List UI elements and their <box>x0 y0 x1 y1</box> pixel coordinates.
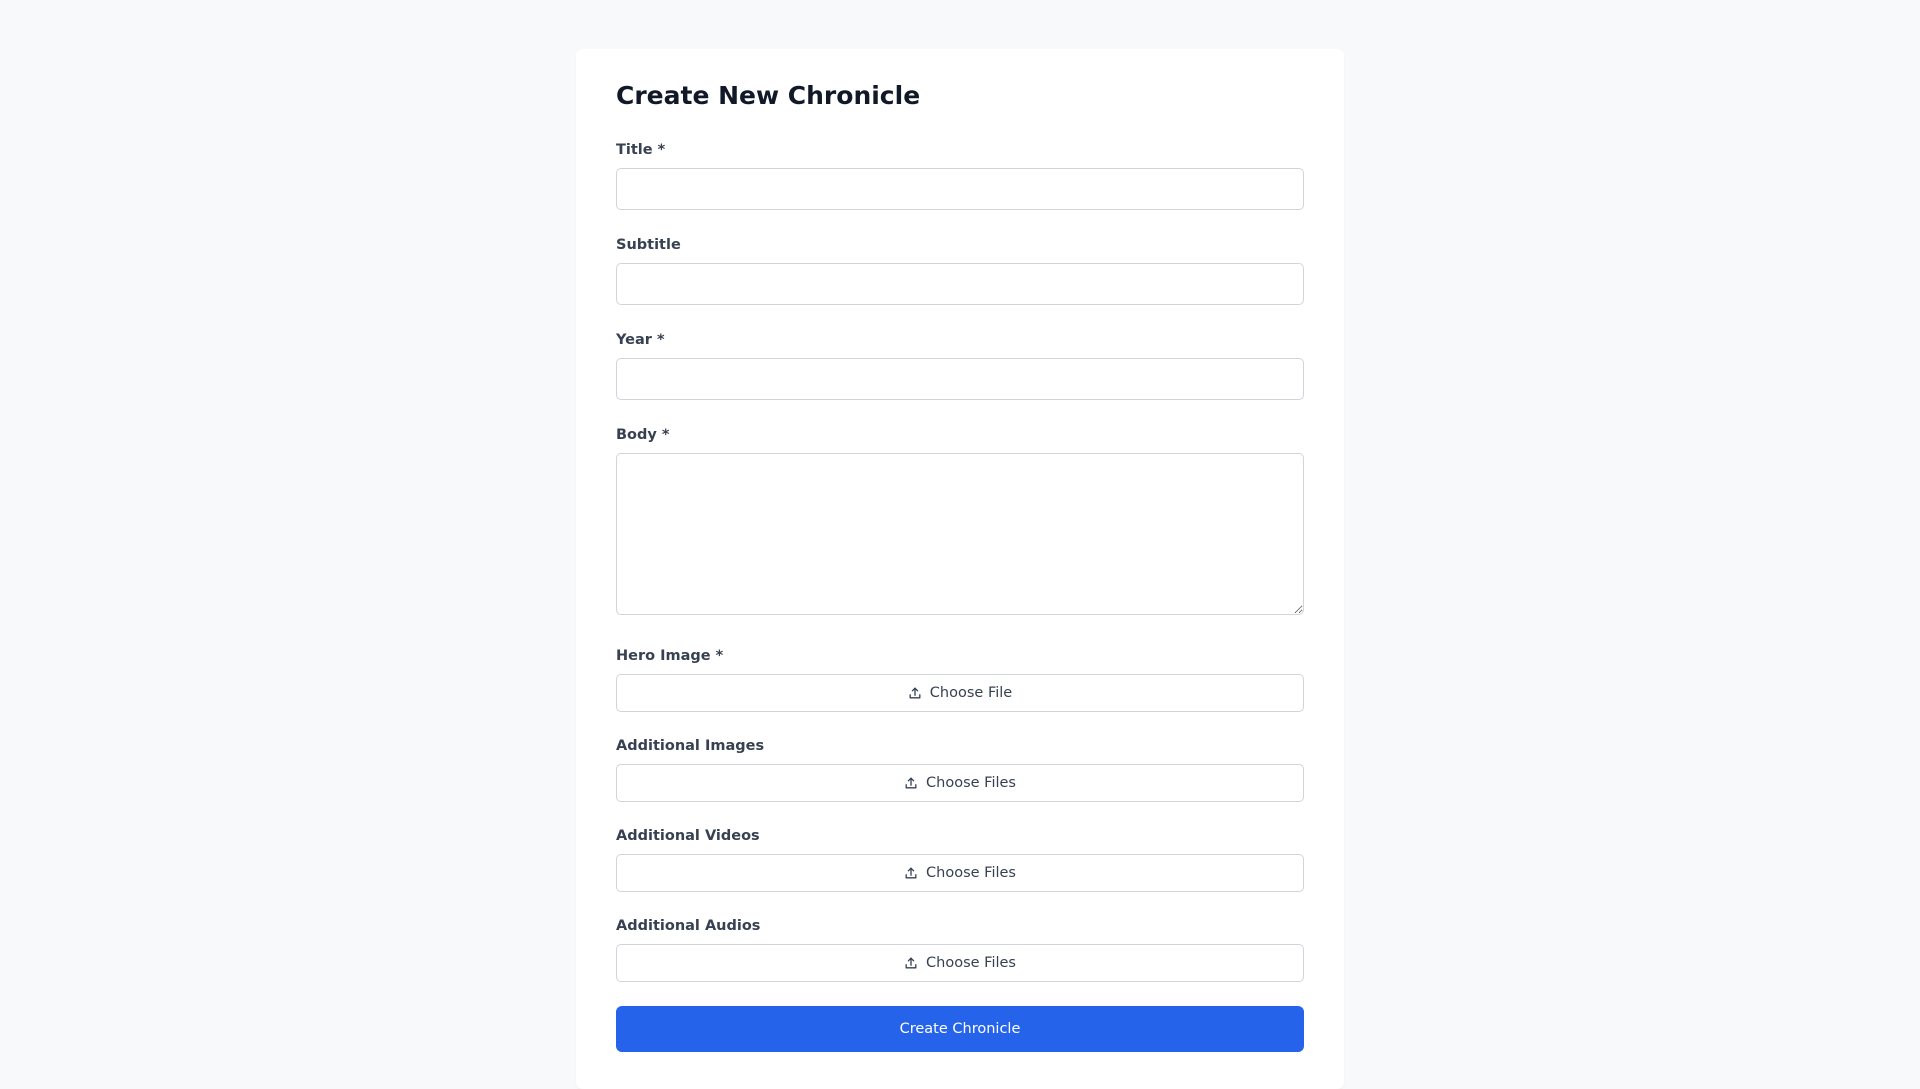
body-label: Body * <box>616 427 670 443</box>
additional-images-field-group: Additional Images Choose Files <box>616 736 1304 802</box>
hero-image-field-group: Hero Image * Choose File <box>616 646 1304 712</box>
hero-image-button-label: Choose File <box>929 685 1013 701</box>
body-field-group: Body * <box>616 425 1304 615</box>
hero-image-choose-file-button[interactable]: Choose File <box>616 674 1304 712</box>
additional-images-choose-files-button[interactable]: Choose Files <box>616 764 1304 802</box>
upload-icon <box>905 867 917 879</box>
create-chronicle-button[interactable]: Create Chronicle <box>616 1006 1304 1052</box>
additional-audios-field-group: Additional Audios Choose Files <box>616 916 1304 982</box>
additional-videos-label: Additional Videos <box>616 828 760 844</box>
additional-audios-choose-files-button[interactable]: Choose Files <box>616 944 1304 982</box>
additional-images-button-label: Choose Files <box>926 775 1016 791</box>
create-chronicle-card: Create New Chronicle Title * Subtitle Ye… <box>576 49 1344 1089</box>
additional-audios-label: Additional Audios <box>616 918 761 934</box>
year-input[interactable] <box>616 358 1304 400</box>
title-label: Title * <box>616 142 666 158</box>
title-field-group: Title * <box>616 140 1304 210</box>
upload-icon <box>909 687 921 699</box>
year-field-group: Year * <box>616 330 1304 400</box>
additional-videos-field-group: Additional Videos Choose Files <box>616 826 1304 892</box>
additional-images-label: Additional Images <box>616 738 765 754</box>
subtitle-label: Subtitle <box>616 237 681 253</box>
hero-image-label: Hero Image * <box>616 648 724 664</box>
title-input[interactable] <box>616 168 1304 210</box>
additional-videos-button-label: Choose Files <box>926 865 1016 881</box>
additional-videos-choose-files-button[interactable]: Choose Files <box>616 854 1304 892</box>
upload-icon <box>905 777 917 789</box>
additional-audios-button-label: Choose Files <box>926 955 1016 971</box>
subtitle-input[interactable] <box>616 263 1304 305</box>
upload-icon <box>905 957 917 969</box>
page-title: Create New Chronicle <box>616 81 921 110</box>
body-textarea[interactable] <box>616 453 1304 615</box>
year-label: Year * <box>616 332 665 348</box>
subtitle-field-group: Subtitle <box>616 235 1304 305</box>
